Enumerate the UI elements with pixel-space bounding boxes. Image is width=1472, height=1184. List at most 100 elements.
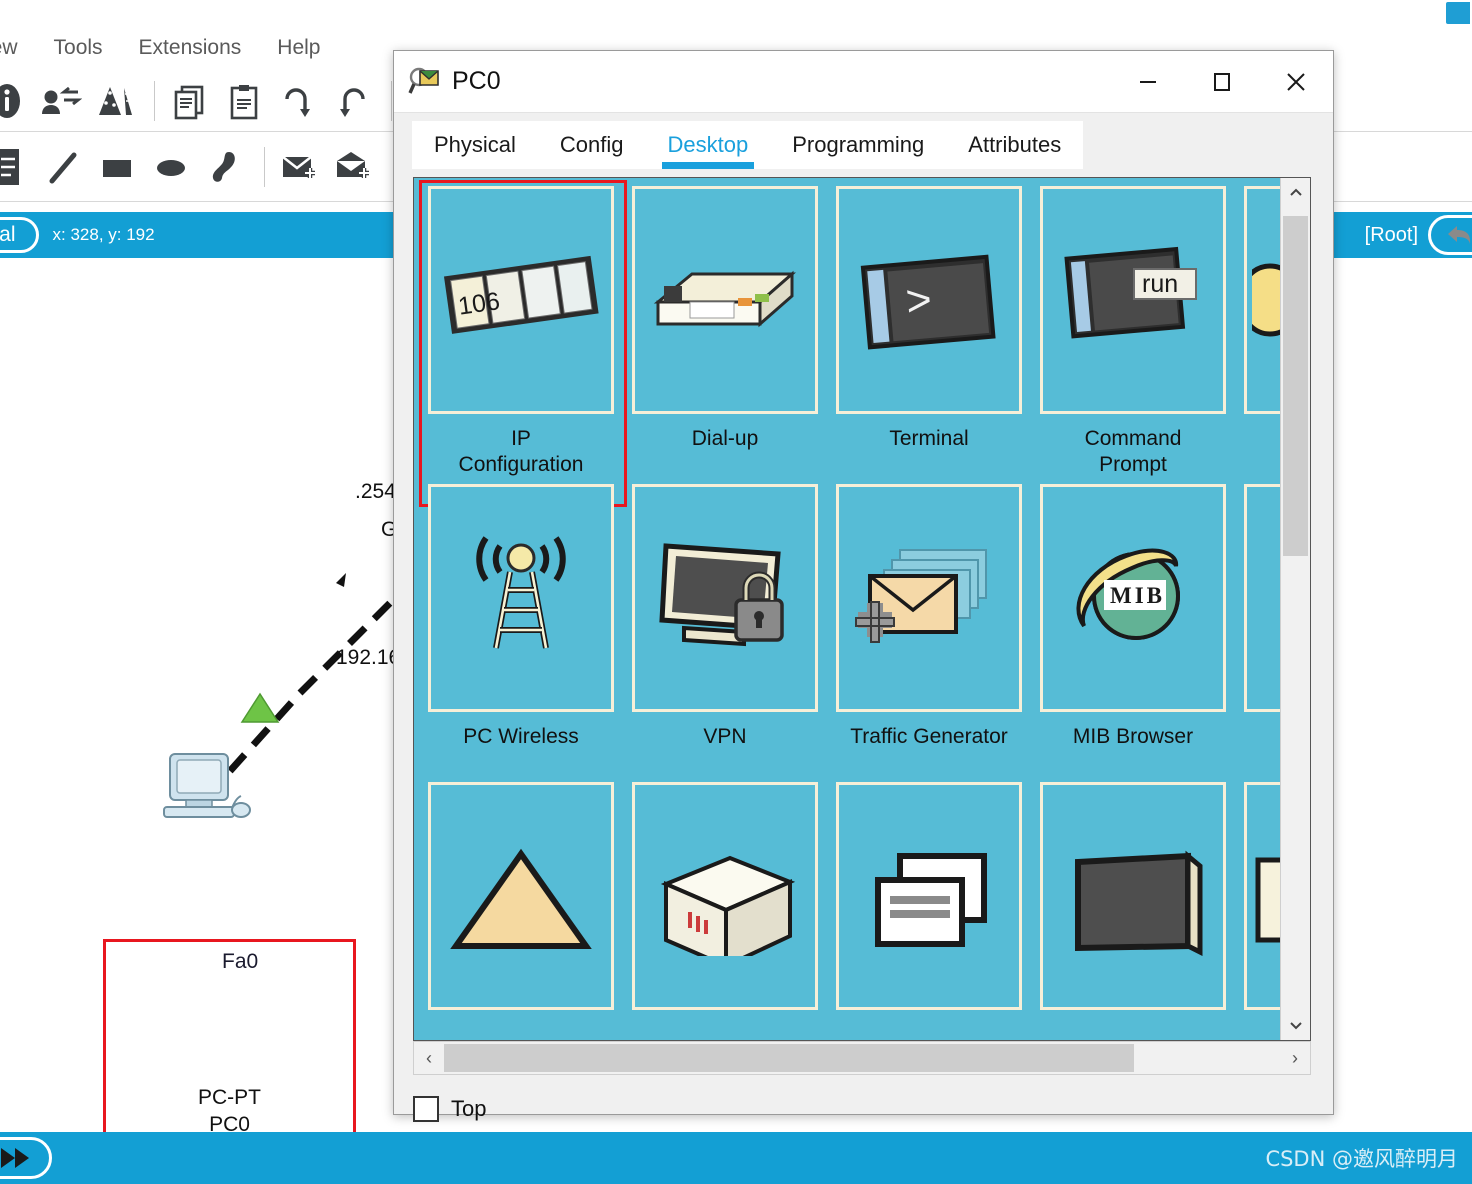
desktop-vertical-scrollbar[interactable] — [1280, 178, 1310, 1040]
desktop-item-partial-row3-b[interactable] — [632, 782, 836, 1010]
top-checkbox[interactable] — [413, 1096, 439, 1122]
partial-icon — [836, 782, 1022, 1010]
pc0-name: PC0 — [103, 1111, 356, 1132]
tab-physical[interactable]: Physical — [412, 121, 538, 169]
tab-attributes[interactable]: Attributes — [946, 121, 1083, 169]
root-level-label: [Root] — [1365, 224, 1418, 247]
desktop-item-dial-up[interactable]: Dial-up — [632, 186, 836, 484]
desktop-item-label — [1244, 414, 1280, 484]
desktop-item-partial-row3-c[interactable] — [836, 782, 1040, 1010]
draw-freeform-icon[interactable] — [200, 143, 250, 191]
window-corner-artifact — [1444, 0, 1472, 26]
desktop-item-partial-row3-d[interactable] — [1040, 782, 1244, 1010]
device-inspect-icon — [408, 65, 442, 99]
redo-icon[interactable] — [327, 77, 377, 125]
csdn-watermark: CSDN @邀风醉明月 — [1265, 1143, 1458, 1173]
desktop-icon-grid: 106 IP Configuration — [414, 178, 1280, 1010]
back-arrow-icon[interactable] — [1428, 215, 1472, 255]
note-icon[interactable] — [0, 143, 34, 191]
desktop-horizontal-scrollbar[interactable]: ‹ › — [413, 1041, 1311, 1075]
pc0-dialog[interactable]: PC0 Physical Config Desktop Programming … — [393, 50, 1334, 1115]
partial-icon — [1040, 782, 1226, 1010]
toolbar-separator — [154, 81, 155, 121]
chevron-right-icon[interactable]: › — [1280, 1048, 1310, 1069]
paste-icon[interactable] — [219, 77, 269, 125]
vertical-scroll-track[interactable] — [1281, 208, 1310, 1010]
add-complex-pdu-icon[interactable] — [329, 143, 379, 191]
cursor-coordinates: x: 328, y: 192 — [53, 225, 155, 245]
info-icon[interactable] — [0, 77, 32, 125]
chevron-left-icon[interactable]: ‹ — [414, 1048, 444, 1069]
tab-programming[interactable]: Programming — [770, 121, 946, 169]
desktop-item-partial-row2[interactable] — [1244, 484, 1280, 782]
traffic-generator-icon — [836, 484, 1022, 712]
vertical-scroll-thumb[interactable] — [1283, 216, 1308, 556]
link-status-triangle — [238, 690, 282, 726]
simulation-bar: CSDN @邀风醉明月 — [0, 1132, 1472, 1184]
pc-device-icon[interactable] — [158, 748, 258, 834]
partial-icon — [428, 782, 614, 1010]
desktop-item-label: Command Prompt — [1040, 414, 1226, 484]
desktop-item-label: MIB Browser — [1040, 712, 1226, 782]
draw-rectangle-icon[interactable] — [92, 143, 142, 191]
desktop-item-traffic-generator[interactable]: Traffic Generator — [836, 484, 1040, 782]
interface-label-fa0: Fa0 — [222, 950, 258, 974]
desktop-item-ip-configuration[interactable]: 106 IP Configuration — [428, 186, 632, 484]
desktop-item-label: Traffic Generator — [836, 712, 1022, 782]
dialog-title: PC0 — [452, 67, 501, 96]
desktop-item-label: IP Configuration — [428, 414, 614, 484]
terminal-icon: > — [836, 186, 1022, 414]
menu-view[interactable]: iew — [0, 36, 18, 60]
desktop-item-mib-browser[interactable]: MIB MIB Browser — [1040, 484, 1244, 782]
desktop-item-vpn[interactable]: VPN — [632, 484, 836, 782]
dialog-title-bar[interactable]: PC0 — [394, 51, 1333, 113]
toolbar-separator-2 — [391, 81, 392, 121]
close-icon[interactable] — [1259, 51, 1333, 112]
desktop-item-pc-wireless[interactable]: PC Wireless — [428, 484, 632, 782]
toolbar-separator-3 — [264, 147, 265, 187]
desktop-item-command-prompt[interactable]: run Command Prompt — [1040, 186, 1244, 484]
command-prompt-icon: run — [1040, 186, 1226, 414]
partial-icon — [1244, 782, 1280, 1010]
desktop-icon-viewport[interactable]: 106 IP Configuration — [414, 178, 1280, 1011]
desktop-item-label: Dial-up — [632, 414, 818, 484]
desktop-item-partial-row3-a[interactable] — [428, 782, 632, 1010]
menu-help[interactable]: Help — [277, 36, 320, 60]
draw-line-icon[interactable] — [38, 143, 88, 191]
menu-extensions[interactable]: Extensions — [139, 36, 242, 60]
window-controls — [1111, 51, 1333, 112]
network-tree-icon[interactable] — [90, 77, 140, 125]
dial-up-modem-icon — [632, 186, 818, 414]
desktop-item-label: Terminal — [836, 414, 1022, 484]
maximize-icon[interactable] — [1185, 51, 1259, 112]
svg-text:MIB: MIB — [1110, 583, 1165, 608]
svg-text:106: 106 — [456, 287, 501, 321]
partial-icon — [632, 782, 818, 1010]
chevron-up-icon[interactable] — [1281, 178, 1310, 208]
top-checkbox-label: Top — [451, 1096, 486, 1122]
minimize-icon[interactable] — [1111, 51, 1185, 112]
tab-config[interactable]: Config — [538, 121, 646, 169]
horizontal-scroll-track[interactable] — [444, 1042, 1280, 1074]
physical-mode-pill[interactable]: ysical — [0, 217, 39, 253]
horizontal-scroll-thumb[interactable] — [444, 1044, 1134, 1072]
tab-desktop[interactable]: Desktop — [646, 121, 771, 169]
chevron-down-icon[interactable] — [1281, 1010, 1310, 1040]
user-transfer-icon[interactable] — [36, 77, 86, 125]
partial-icon — [1244, 186, 1280, 414]
add-simple-pdu-icon[interactable] — [275, 143, 325, 191]
mib-browser-globe-icon: MIB — [1040, 484, 1226, 712]
desktop-item-label: VPN — [632, 712, 818, 782]
desktop-item-partial-row1[interactable] — [1244, 186, 1280, 484]
partial-icon — [1244, 484, 1280, 712]
draw-ellipse-icon[interactable] — [146, 143, 196, 191]
desktop-item-partial-row3-e[interactable] — [1244, 782, 1280, 1010]
top-checkbox-row[interactable]: Top — [413, 1096, 486, 1122]
desktop-item-label — [1244, 712, 1280, 782]
copy-icon[interactable] — [165, 77, 215, 125]
desktop-item-terminal[interactable]: > Terminal — [836, 186, 1040, 484]
vpn-lock-icon — [632, 484, 818, 712]
fast-forward-icon[interactable] — [0, 1137, 52, 1179]
menu-tools[interactable]: Tools — [54, 36, 103, 60]
undo-icon[interactable] — [273, 77, 323, 125]
